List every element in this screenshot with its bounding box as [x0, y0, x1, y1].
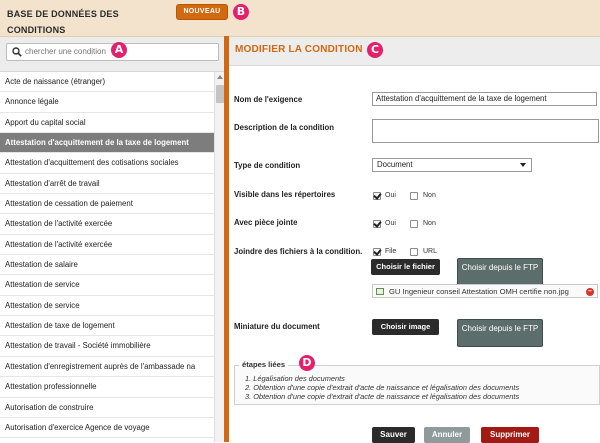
search-icon: [12, 47, 22, 57]
url-checkbox[interactable]: [410, 248, 418, 256]
condition-item[interactable]: Acte de naissance (étranger): [0, 72, 214, 93]
visible-non-checkbox[interactable]: [410, 192, 418, 200]
condition-item[interactable]: Attestation professionnelle: [0, 377, 214, 398]
edit-panel-header: MODIFIER LA CONDITION C: [229, 37, 600, 66]
url-label: URL: [423, 248, 438, 255]
condition-item[interactable]: Attestation de l'activité exercée: [0, 235, 214, 256]
remove-file-icon[interactable]: –: [586, 288, 594, 296]
linked-steps-list: 1. Légalisation des documents 2. Obtenti…: [245, 374, 519, 401]
page-title: MODIFIER LA CONDITION: [235, 44, 363, 55]
condition-item-active[interactable]: Attestation d'acquittement de la taxe de…: [0, 133, 214, 154]
image-file-icon: [376, 288, 384, 295]
marker-a-badge: A: [111, 42, 127, 58]
condition-list: Acte de naissance (étranger) Annonce léga…: [0, 72, 214, 439]
marker-b-badge: B: [233, 4, 249, 20]
attachment-non-checkbox[interactable]: [410, 220, 418, 228]
search-bar: A: [0, 37, 224, 72]
scroll-up-icon[interactable]: [217, 75, 223, 79]
attachment-oui-checkbox[interactable]: [373, 220, 381, 228]
condition-item[interactable]: Attestation de cessation de paiement: [0, 194, 214, 215]
condition-item[interactable]: Annonce légale: [0, 92, 214, 113]
requirement-name-label: Nom de l'exigence: [234, 95, 303, 104]
scroll-thumb[interactable]: [216, 85, 224, 103]
condition-item[interactable]: Attestation d'enregistrement auprès de l…: [0, 357, 214, 378]
cancel-button[interactable]: Annuler: [424, 427, 470, 443]
condition-item[interactable]: Attestation de l'activité exercée: [0, 214, 214, 235]
attachment-oui-label: Oui: [385, 220, 396, 227]
condition-item[interactable]: Attestation de taxe de logement: [0, 316, 214, 337]
description-textarea[interactable]: [372, 119, 599, 143]
choose-file-button[interactable]: Choisir le fichier: [371, 259, 440, 275]
condition-type-value: Document: [377, 160, 413, 169]
ftp-file-button[interactable]: Choisir depuis le FTP: [457, 258, 543, 286]
marker-d-badge: D: [299, 355, 315, 371]
file-checkbox[interactable]: [373, 248, 381, 256]
top-bar: BASE DE DONNÉES DES CONDITIONS NOUVEAU B: [0, 0, 600, 37]
condition-item[interactable]: Autorisation de construire: [0, 398, 214, 418]
choose-image-button[interactable]: Choisir image: [372, 319, 439, 335]
list-scrollbar[interactable]: [214, 72, 224, 442]
linked-step-item: 2. Obtention d'une copie d'extrait d'act…: [245, 383, 520, 392]
ftp-image-button[interactable]: Choisir depuis le FTP: [457, 319, 543, 347]
visible-label: Visible dans les répertoires: [234, 190, 336, 199]
condition-item[interactable]: Attestation d'arrêt de travail: [0, 174, 214, 195]
attach-files-label: Joindre des fichiers à la condition.: [234, 247, 363, 256]
visible-oui-checkbox[interactable]: [373, 192, 381, 200]
save-button[interactable]: Sauver: [372, 427, 415, 443]
edit-panel: MODIFIER LA CONDITION C Nom de l'exigenc…: [229, 37, 600, 443]
visible-non-label: Non: [423, 192, 436, 199]
chevron-down-icon: [520, 163, 526, 167]
condition-type-label: Type de condition: [234, 161, 301, 170]
attached-file-name: GU Ingenieur conseil Attestation OMH cer…: [389, 287, 569, 296]
linked-steps-legend: étapes liées: [239, 360, 289, 369]
linked-step-item: 1. Légalisation des documents: [245, 374, 345, 383]
file-label: File: [385, 248, 397, 255]
attached-file-row: GU Ingenieur conseil Attestation OMH cer…: [372, 284, 598, 298]
sidebar: A Acte de naissance (étranger)Annonce lé…: [0, 37, 224, 442]
condition-item[interactable]: Autorisation d'exercice Agence de voyage: [0, 418, 214, 439]
condition-item[interactable]: Attestation de salaire: [0, 255, 214, 276]
linked-step-item: 3. Obtention d'une copie d'extrait d'act…: [245, 392, 520, 401]
condition-item[interactable]: Attestation de travail - Société immobil…: [0, 336, 214, 357]
thumbnail-label: Miniature du document: [234, 322, 320, 331]
condition-type-select[interactable]: Document: [372, 158, 532, 172]
requirement-name-input[interactable]: Attestation d'acquittement de la taxe de…: [372, 92, 597, 106]
delete-button[interactable]: Supprimer: [481, 427, 539, 443]
linked-steps-box: étapes liées D 1. Légalisation des docum…: [234, 355, 600, 405]
marker-c-badge: C: [367, 42, 383, 58]
condition-item[interactable]: Attestation de service: [0, 275, 214, 296]
condition-item[interactable]: Apport du capital social: [0, 113, 214, 134]
new-button[interactable]: NOUVEAU: [176, 4, 228, 20]
description-label: Description de la condition: [234, 123, 335, 132]
app-title: BASE DE DONNÉES DES CONDITIONS: [7, 9, 119, 35]
attachment-label: Avec pièce jointe: [234, 218, 298, 227]
condition-item[interactable]: Attestation de service: [0, 296, 214, 317]
visible-oui-label: Oui: [385, 192, 396, 199]
attachment-non-label: Non: [423, 220, 436, 227]
condition-item[interactable]: Attestation d'acquittement des cotisatio…: [0, 153, 214, 174]
